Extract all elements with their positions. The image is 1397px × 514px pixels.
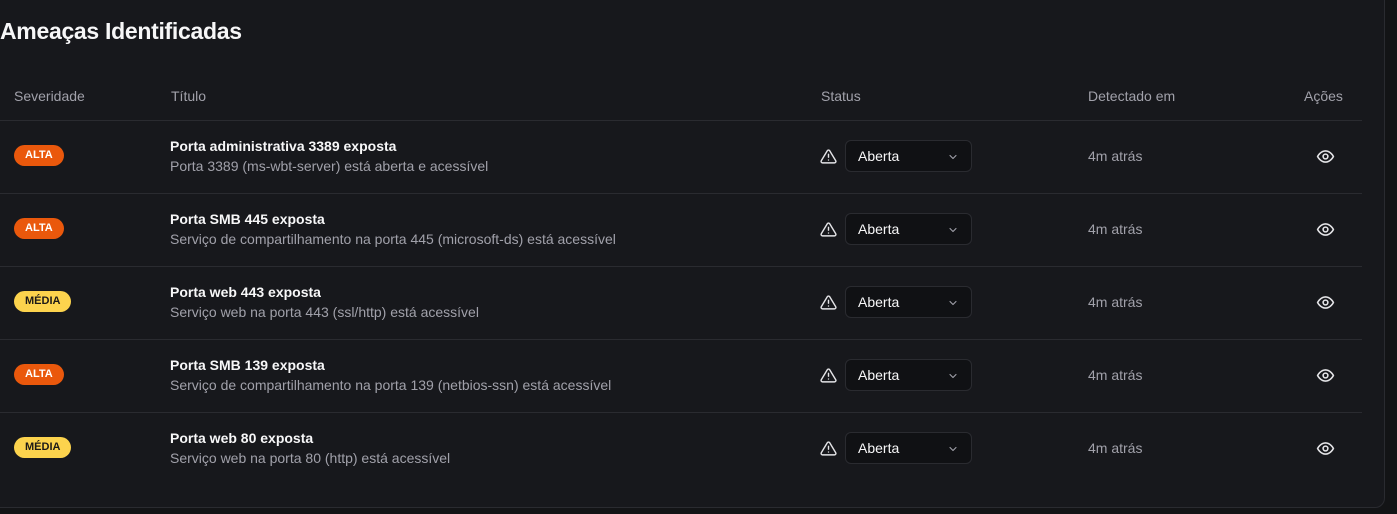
- status-select[interactable]: Aberta: [845, 140, 972, 172]
- detected-time: 4m atrás: [1088, 221, 1143, 237]
- status-value: Aberta: [858, 440, 900, 456]
- threat-title: Porta web 80 exposta: [170, 430, 314, 446]
- table-row: MÉDIA Porta web 80 exposta Serviço web n…: [0, 412, 1362, 485]
- detected-time: 4m atrás: [1088, 367, 1143, 383]
- warning-triangle-icon: [820, 222, 837, 237]
- threat-title: Porta administrativa 3389 exposta: [170, 138, 397, 154]
- chevron-down-icon: [949, 154, 957, 160]
- header-title: Título: [171, 88, 207, 104]
- table-header: Severidade Título Status Detectado em Aç…: [0, 70, 1362, 121]
- status-select[interactable]: Aberta: [845, 359, 972, 391]
- threat-description: Serviço web na porta 80 (http) está aces…: [170, 450, 451, 466]
- threat-description: Serviço de compartilhamento na porta 139…: [170, 377, 612, 393]
- header-detected: Detectado em: [1088, 88, 1176, 104]
- threat-description: Serviço web na porta 443 (ssl/http) está…: [170, 304, 479, 320]
- severity-badge: ALTA: [14, 145, 64, 166]
- table-row: MÉDIA Porta web 443 exposta Serviço web …: [0, 266, 1362, 340]
- warning-triangle-icon: [820, 441, 837, 456]
- table-row: ALTA Porta administrativa 3389 exposta P…: [0, 120, 1362, 194]
- chevron-down-icon: [949, 300, 957, 306]
- warning-triangle-icon: [820, 368, 837, 383]
- severity-badge: ALTA: [14, 218, 64, 239]
- threat-description: Porta 3389 (ms-wbt-server) está aberta e…: [170, 158, 489, 174]
- status-value: Aberta: [858, 148, 900, 164]
- status-value: Aberta: [858, 294, 900, 310]
- status-value: Aberta: [858, 367, 900, 383]
- status-value: Aberta: [858, 221, 900, 237]
- header-severity: Severidade: [14, 88, 85, 104]
- eye-icon[interactable]: [1316, 366, 1335, 385]
- header-status: Status: [821, 88, 861, 104]
- status-select[interactable]: Aberta: [845, 286, 972, 318]
- warning-triangle-icon: [820, 295, 837, 310]
- detected-time: 4m atrás: [1088, 294, 1143, 310]
- status-select[interactable]: Aberta: [845, 432, 972, 464]
- detected-time: 4m atrás: [1088, 148, 1143, 164]
- eye-icon[interactable]: [1316, 147, 1335, 166]
- table-row: ALTA Porta SMB 445 exposta Serviço de co…: [0, 193, 1362, 267]
- eye-icon[interactable]: [1316, 293, 1335, 312]
- chevron-down-icon: [949, 446, 957, 452]
- chevron-down-icon: [949, 227, 957, 233]
- threat-title: Porta SMB 139 exposta: [170, 357, 325, 373]
- status-select[interactable]: Aberta: [845, 213, 972, 245]
- threat-title: Porta web 443 exposta: [170, 284, 321, 300]
- threat-description: Serviço de compartilhamento na porta 445…: [170, 231, 616, 247]
- chevron-down-icon: [949, 373, 957, 379]
- detected-time: 4m atrás: [1088, 440, 1143, 456]
- severity-badge: ALTA: [14, 364, 64, 385]
- severity-badge: MÉDIA: [14, 291, 72, 312]
- page-title: Ameaças Identificadas: [0, 18, 242, 44]
- severity-badge: MÉDIA: [14, 437, 72, 458]
- warning-triangle-icon: [820, 149, 837, 164]
- threat-title: Porta SMB 445 exposta: [170, 211, 325, 227]
- eye-icon[interactable]: [1316, 439, 1335, 458]
- table-row: ALTA Porta SMB 139 exposta Serviço de co…: [0, 339, 1362, 413]
- eye-icon[interactable]: [1316, 220, 1335, 239]
- header-actions: Ações: [1304, 88, 1343, 104]
